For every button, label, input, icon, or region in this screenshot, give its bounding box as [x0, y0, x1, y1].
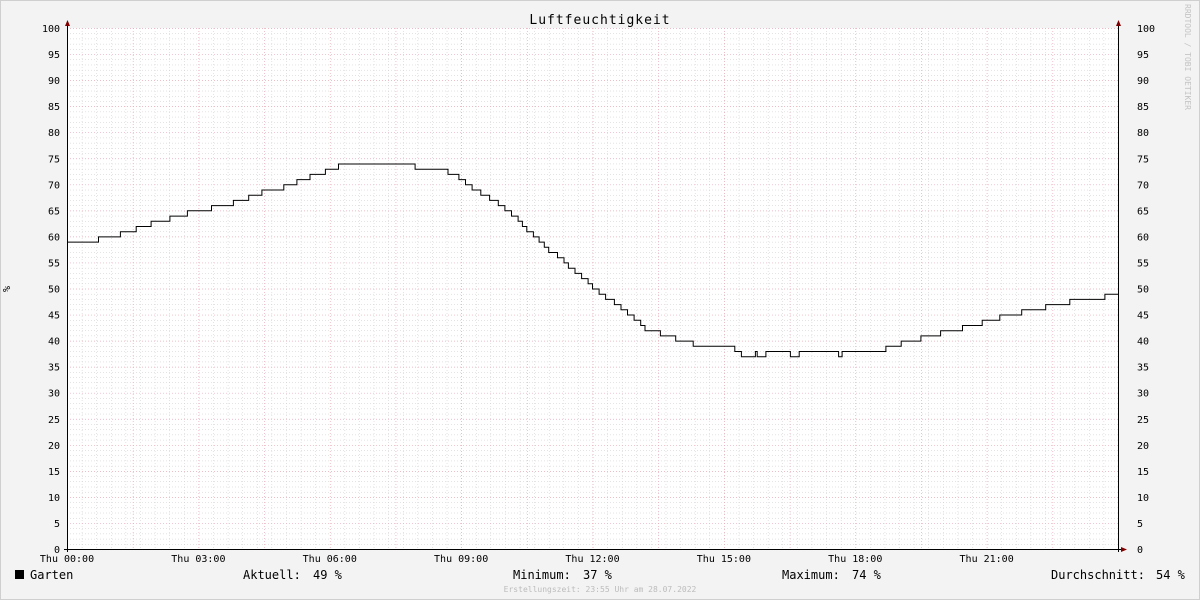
y-tick-label-left: 60	[48, 232, 60, 243]
y-tick-label-right: 95	[1137, 50, 1149, 61]
y-axis-arrow-right	[1116, 20, 1121, 26]
y-tick-label-right: 80	[1137, 128, 1149, 139]
creation-timestamp: Erstellungszeit: 23:55 Uhr am 28.07.2022	[503, 585, 697, 594]
y-tick-label-right: 65	[1137, 206, 1149, 217]
x-tick-label: Thu 03:00	[171, 554, 225, 565]
y-tick-label-right: 90	[1137, 76, 1149, 87]
y-tick-label-right: 40	[1137, 337, 1149, 348]
chart-title: Luftfeuchtigkeit	[529, 13, 670, 28]
legend-current-value: 49 %	[313, 568, 342, 582]
x-tick-label: Thu 15:00	[697, 554, 751, 565]
y-tick-label-left: 75	[48, 154, 60, 165]
y-tick-label-right: 30	[1137, 389, 1149, 400]
y-tick-label-right: 20	[1137, 441, 1149, 452]
x-tick-label: Thu 00:00	[40, 554, 94, 565]
legend-avg-value: 54 %	[1156, 568, 1185, 582]
y-tick-label-left: 85	[48, 102, 60, 113]
chart-canvas: 0 05 510 1015 1520 2025 2530 3035 3540 4045 4550 50…	[2, 13, 1155, 565]
y-tick-label-right: 35	[1137, 363, 1149, 374]
y-tick-label-right: 55	[1137, 258, 1149, 269]
legend-series-name: Garten	[30, 568, 74, 582]
y-tick-label-right: 70	[1137, 180, 1149, 191]
y-tick-label-right: 85	[1137, 102, 1149, 113]
y-tick-label-left: 100	[42, 24, 60, 35]
x-tick-label: Thu 18:00	[828, 554, 882, 565]
legend-min-label: Minimum:	[513, 568, 571, 582]
legend-max-label: Maximum:	[782, 568, 840, 582]
x-tick-label: Thu 09:00	[434, 554, 488, 565]
legend-swatch-garten	[15, 570, 24, 579]
y-tick-label-right: 60	[1137, 232, 1149, 243]
y-axis-label: %	[2, 286, 13, 292]
y-tick-label-right: 75	[1137, 154, 1149, 165]
y-tick-label-left: 80	[48, 128, 60, 139]
y-tick-label-right: 5	[1137, 519, 1143, 530]
y-tick-label-right: 10	[1137, 493, 1149, 504]
y-tick-label-left: 20	[48, 441, 60, 452]
x-axis-arrow	[1121, 547, 1127, 552]
rrdtool-credit: RRDTOOL / TOBI OETIKER	[1183, 4, 1192, 110]
y-tick-label-left: 70	[48, 180, 60, 191]
y-tick-label-right: 45	[1137, 311, 1149, 322]
y-tick-label-left: 25	[48, 415, 60, 426]
y-tick-label-left: 15	[48, 467, 60, 478]
y-axis-arrow-left	[65, 20, 70, 26]
y-tick-label-right: 100	[1137, 24, 1155, 35]
y-tick-label-left: 65	[48, 206, 60, 217]
y-tick-label-left: 10	[48, 493, 60, 504]
x-tick-label: Thu 12:00	[565, 554, 619, 565]
y-tick-label-left: 35	[48, 363, 60, 374]
legend-avg-label: Durchschnitt:	[1051, 568, 1145, 582]
y-tick-label-left: 90	[48, 76, 60, 87]
y-tick-label-left: 45	[48, 311, 60, 322]
legend-current-label: Aktuell:	[243, 568, 301, 582]
y-tick-label-left: 95	[48, 50, 60, 61]
y-tick-label-left: 50	[48, 285, 60, 296]
y-tick-label-left: 5	[54, 519, 60, 530]
y-tick-label-right: 50	[1137, 285, 1149, 296]
y-tick-label-right: 25	[1137, 415, 1149, 426]
legend-max-value: 74 %	[852, 568, 881, 582]
legend-min-value: 37 %	[583, 568, 612, 582]
y-tick-label-right: 0	[1137, 545, 1143, 556]
y-tick-label-left: 55	[48, 258, 60, 269]
x-tick-label: Thu 21:00	[960, 554, 1014, 565]
y-tick-label-left: 40	[48, 337, 60, 348]
y-tick-label-right: 15	[1137, 467, 1149, 478]
y-tick-label-left: 30	[48, 389, 60, 400]
x-tick-label: Thu 06:00	[303, 554, 357, 565]
